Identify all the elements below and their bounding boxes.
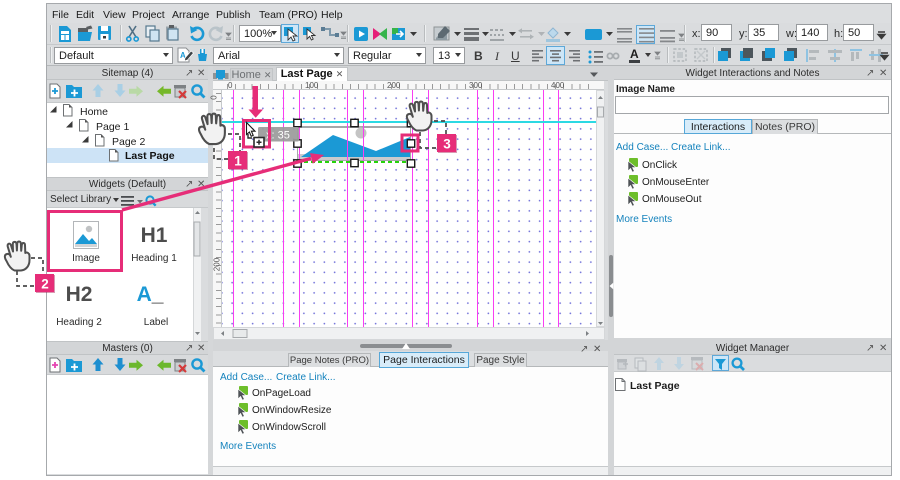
svg-text:1: 1 [234,154,242,169]
svg-text:2: 2 [41,277,49,292]
svg-text:3: 3 [443,137,451,152]
